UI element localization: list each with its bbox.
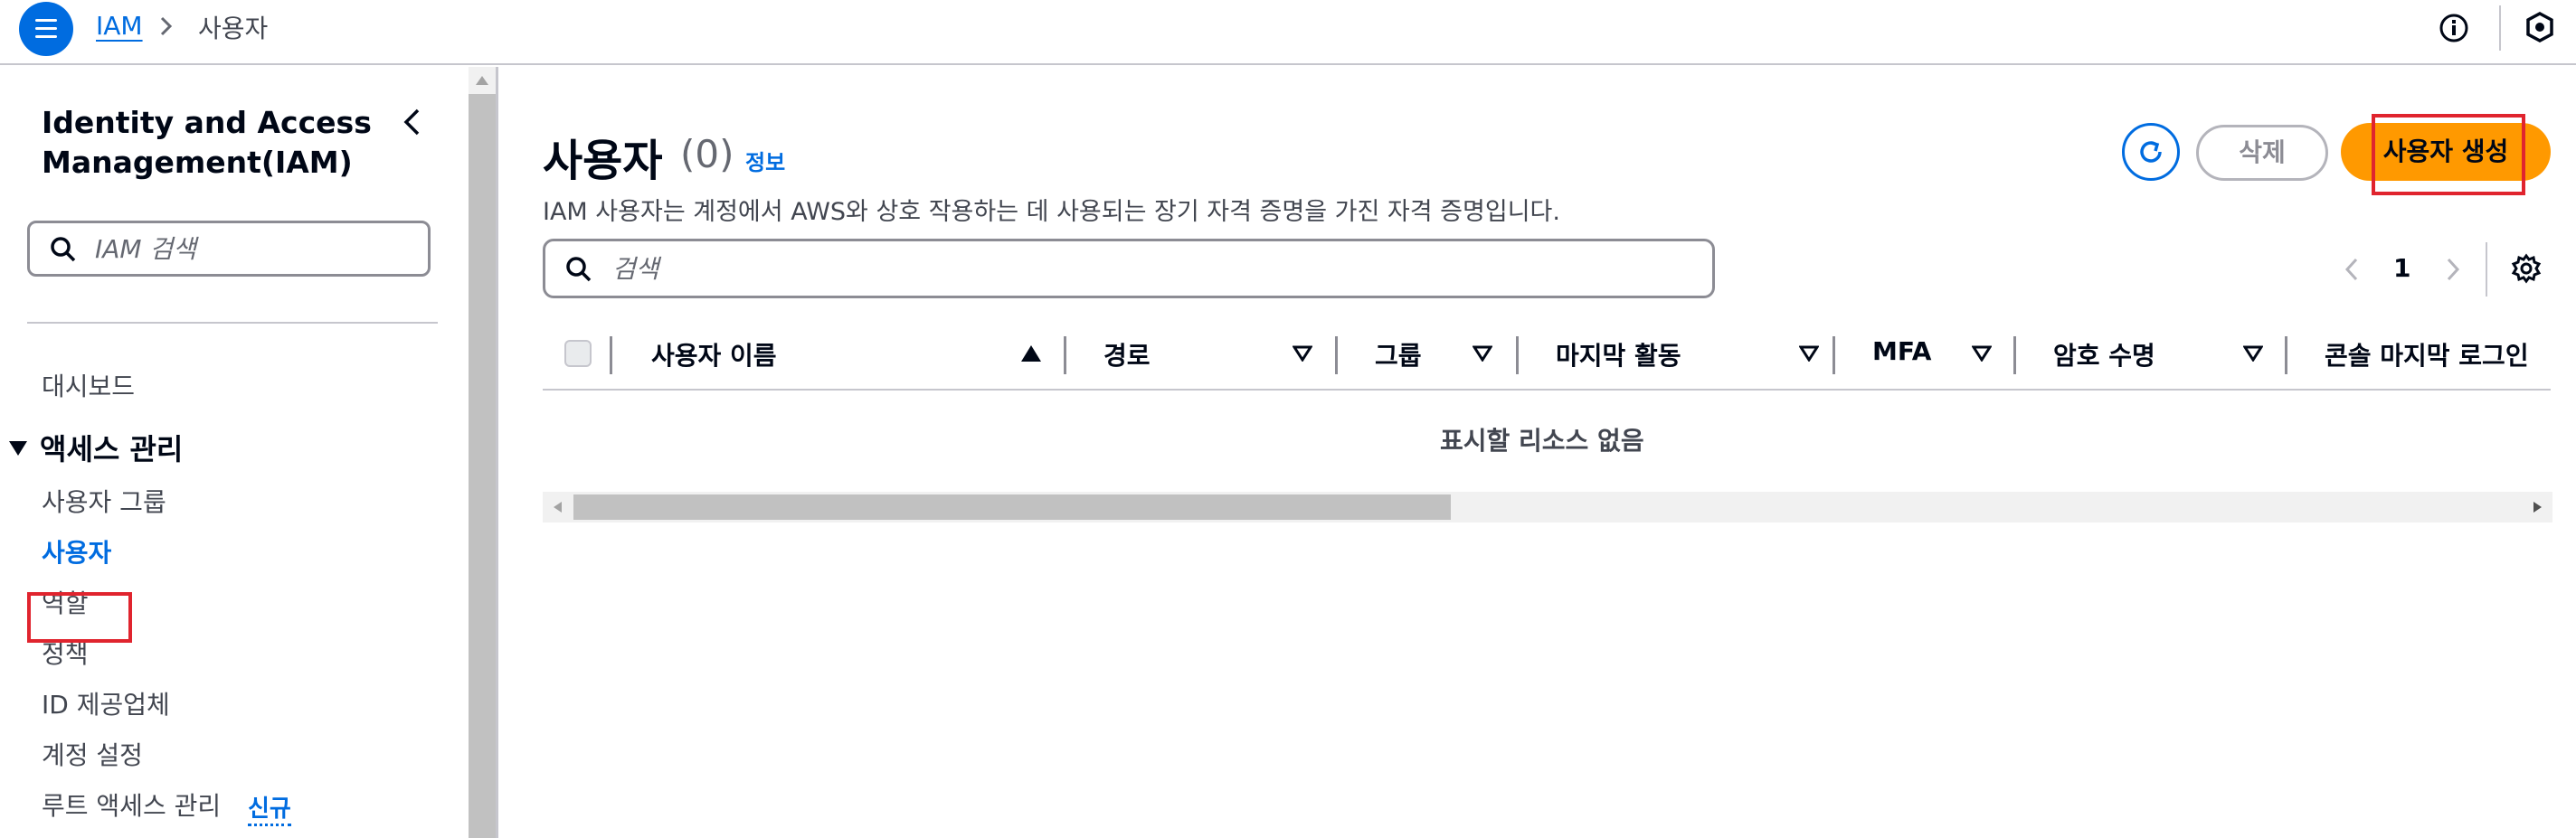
breadcrumb-iam-link[interactable]: IAM <box>96 11 143 41</box>
nav-item-dashboard[interactable]: 대시보드 <box>42 367 135 403</box>
caret-down-icon <box>9 441 27 456</box>
topbar-divider <box>2499 5 2501 51</box>
column-header-password-age[interactable]: 암호 수명 <box>2053 336 2155 372</box>
chevron-right-icon[interactable] <box>2444 257 2462 282</box>
nav-section-access-management[interactable]: 액세스 관리 <box>9 427 183 468</box>
nav-item-identity-providers[interactable]: ID 제공업체 <box>42 685 170 721</box>
info-link[interactable]: 정보 <box>745 145 785 176</box>
table-header-row: 사용자 이름 경로 그룹 마지막 활동 MFA 암호 수명 콘솔 마지막 로그인 <box>543 325 2551 391</box>
column-header-path[interactable]: 경로 <box>1103 336 1151 372</box>
hamburger-menu-icon[interactable] <box>19 2 73 56</box>
search-icon <box>51 237 76 262</box>
sort-ascending-icon[interactable] <box>1021 345 1041 362</box>
column-header-mfa[interactable]: MFA <box>1872 336 1931 366</box>
highlight-box-create-user <box>2372 114 2525 195</box>
chevron-left-icon[interactable] <box>400 107 423 137</box>
nav-search-field[interactable] <box>27 221 431 277</box>
column-divider <box>610 336 612 374</box>
scrollbar-thumb[interactable] <box>573 494 1451 520</box>
sort-descending-icon[interactable] <box>1972 345 1992 362</box>
column-divider <box>1064 336 1066 374</box>
page-description: IAM 사용자는 계정에서 AWS와 상호 작용하는 데 사용되는 장기 자격 … <box>543 198 1560 226</box>
refresh-icon <box>2140 141 2162 163</box>
highlight-box-users <box>27 592 132 643</box>
info-icon[interactable] <box>2439 13 2469 43</box>
nav-title: Identity and Access Management(IAM) <box>42 105 372 180</box>
column-divider <box>1335 336 1338 374</box>
nav-scroll-up-button[interactable] <box>469 67 496 94</box>
column-divider <box>2285 336 2287 374</box>
nav-item-account-settings[interactable]: 계정 설정 <box>42 736 143 772</box>
nav-item-root-access-management[interactable]: 루트 액세스 관리 <box>42 786 221 823</box>
nav-section-label: 액세스 관리 <box>40 432 184 466</box>
scroll-right-arrow[interactable] <box>2533 502 2542 513</box>
sort-descending-icon[interactable] <box>2243 345 2263 362</box>
column-header-console-last-sign-in[interactable]: 콘솔 마지막 로그인 <box>2325 336 2529 372</box>
sort-descending-icon[interactable] <box>1293 345 1312 362</box>
column-header-username[interactable]: 사용자 이름 <box>651 336 777 372</box>
delete-button[interactable]: 삭제 <box>2196 125 2328 181</box>
column-header-groups[interactable]: 그룹 <box>1375 336 1422 372</box>
new-badge: 신규 <box>248 790 291 826</box>
gear-icon[interactable] <box>2511 253 2542 284</box>
layout-divider <box>496 67 498 838</box>
user-count: (0) <box>680 132 734 176</box>
page-title: 사용자 <box>543 136 663 186</box>
chevron-right-icon <box>160 16 173 36</box>
page-number[interactable]: 1 <box>2393 253 2410 283</box>
side-navigation: Identity and Access Management(IAM) 대시보드… <box>0 67 469 838</box>
column-divider <box>1516 336 1519 374</box>
select-all-checkbox[interactable] <box>564 340 592 367</box>
breadcrumb-current: 사용자 <box>198 14 269 43</box>
column-divider <box>2013 336 2016 374</box>
sort-descending-icon[interactable] <box>1799 345 1819 362</box>
table-search-input[interactable] <box>612 250 1680 287</box>
table-search-field[interactable] <box>543 239 1715 298</box>
nav-item-user-groups[interactable]: 사용자 그룹 <box>42 483 166 519</box>
chevron-left-icon[interactable] <box>2343 257 2361 282</box>
pager-divider <box>2486 242 2487 297</box>
sort-descending-icon[interactable] <box>1473 345 1492 362</box>
nav-scrollbar[interactable] <box>469 67 496 838</box>
column-header-last-activity[interactable]: 마지막 활동 <box>1556 336 1681 372</box>
table-horizontal-scrollbar[interactable] <box>543 492 2552 523</box>
refresh-button[interactable] <box>2122 123 2180 181</box>
empty-table-message: 표시할 리소스 없음 <box>1440 426 1644 456</box>
search-icon <box>566 257 592 282</box>
scroll-left-arrow[interactable] <box>554 502 562 513</box>
nav-item-users[interactable]: 사용자 <box>42 533 111 570</box>
nav-divider <box>27 322 438 324</box>
top-navigation-bar: IAM 사용자 <box>0 0 2576 65</box>
column-divider <box>1833 336 1835 374</box>
nav-search-input[interactable] <box>95 231 421 267</box>
shield-settings-icon[interactable] <box>2524 11 2556 43</box>
